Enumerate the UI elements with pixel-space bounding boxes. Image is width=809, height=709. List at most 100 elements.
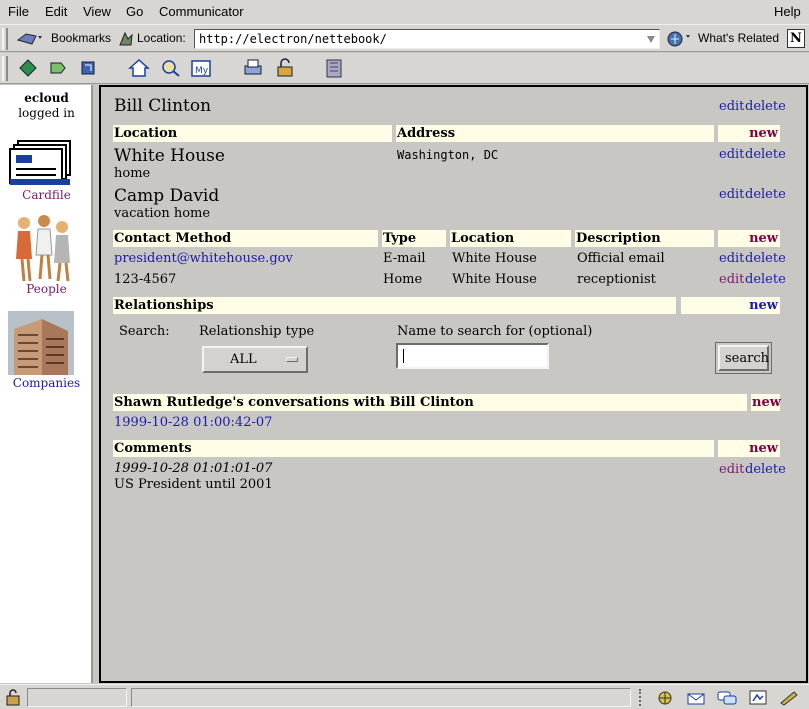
search-icon[interactable] bbox=[160, 57, 182, 79]
page-title: Bill Clinton bbox=[114, 96, 212, 116]
location-column-header: Location bbox=[450, 230, 571, 247]
method-edit-link[interactable]: edit bbox=[719, 272, 744, 287]
name-search-input[interactable] bbox=[396, 343, 549, 369]
search-button[interactable]: search bbox=[718, 345, 769, 371]
location-label: Location: bbox=[137, 31, 186, 45]
new-conversation-link[interactable]: new bbox=[751, 394, 781, 411]
menu-edit[interactable]: Edit bbox=[45, 4, 67, 19]
location-toolbar: Bookmarks Location: http://electron/nett… bbox=[0, 24, 809, 52]
search-button-label: search bbox=[725, 351, 769, 366]
menu-communicator[interactable]: Communicator bbox=[159, 4, 244, 19]
whats-related-icon[interactable] bbox=[666, 29, 694, 49]
status-bar bbox=[0, 684, 809, 709]
sidebar-item-cardfile[interactable]: Cardfile bbox=[0, 188, 93, 202]
relationship-type-label: Relationship type bbox=[199, 324, 315, 339]
menu-help[interactable]: Help bbox=[774, 4, 801, 19]
forward-icon[interactable] bbox=[47, 57, 69, 79]
security-lock-icon[interactable] bbox=[4, 689, 22, 706]
name-search-label: Name to search for (optional) bbox=[397, 324, 593, 339]
navigator-icon[interactable] bbox=[655, 689, 675, 706]
login-status: logged in bbox=[18, 106, 75, 120]
relationship-type-value: ALL bbox=[230, 352, 257, 367]
method-delete-link[interactable]: delete bbox=[745, 251, 786, 266]
sidebar: ecloud logged in Cardfile People Compani… bbox=[0, 85, 93, 683]
bookmarks-label[interactable]: Bookmarks bbox=[51, 31, 111, 45]
location-name: Camp David bbox=[114, 186, 220, 206]
menu-bar: File Edit View Go Communicator Help bbox=[0, 0, 809, 24]
bookmarks-icon[interactable] bbox=[16, 30, 44, 48]
composer-icon[interactable] bbox=[748, 689, 768, 706]
my-netscape-icon[interactable]: My bbox=[190, 57, 212, 79]
menu-file[interactable]: File bbox=[8, 4, 29, 19]
home-icon[interactable] bbox=[128, 57, 150, 79]
new-relationship-link[interactable]: new bbox=[681, 297, 780, 314]
sidebar-item-people[interactable]: People bbox=[0, 282, 93, 296]
location-delete-link[interactable]: delete bbox=[745, 187, 786, 202]
conversation-link[interactable]: 1999-10-28 01:00:42-07 bbox=[114, 415, 272, 430]
location-delete-link[interactable]: delete bbox=[745, 147, 786, 162]
contact-edit-link[interactable]: edit bbox=[719, 99, 744, 114]
method-delete-link[interactable]: delete bbox=[745, 272, 786, 287]
option-menu-indicator-icon bbox=[286, 357, 298, 362]
location-edit-link[interactable]: edit bbox=[719, 147, 744, 162]
back-icon[interactable] bbox=[17, 57, 39, 79]
people-icon[interactable] bbox=[12, 215, 74, 283]
contact-method-column-header: Contact Method bbox=[113, 230, 378, 247]
phone-number: 123-4567 bbox=[114, 272, 177, 287]
comment-delete-link[interactable]: delete bbox=[745, 462, 786, 477]
new-location-link[interactable]: new bbox=[718, 125, 780, 142]
svg-text:My: My bbox=[195, 66, 209, 76]
status-message bbox=[131, 688, 631, 707]
stop-icon[interactable] bbox=[323, 57, 345, 79]
description-column-header: Description bbox=[575, 230, 714, 247]
new-contact-method-link[interactable]: new bbox=[718, 230, 780, 247]
netscape-logo[interactable]: N bbox=[787, 29, 805, 48]
url-dropdown-icon[interactable] bbox=[646, 34, 656, 44]
method-type: E-mail bbox=[383, 251, 426, 266]
method-type: Home bbox=[383, 272, 423, 287]
discussions-icon[interactable] bbox=[716, 689, 738, 706]
toolbar-grip[interactable] bbox=[2, 28, 8, 50]
method-edit-link[interactable]: edit bbox=[719, 251, 744, 266]
type-column-header: Type bbox=[382, 230, 446, 247]
companies-icon[interactable] bbox=[8, 311, 74, 375]
reload-icon[interactable] bbox=[77, 57, 99, 79]
contact-delete-link[interactable]: delete bbox=[745, 99, 786, 114]
method-location: White House bbox=[452, 272, 537, 287]
location-edit-link[interactable]: edit bbox=[719, 187, 744, 202]
url-text: http://electron/nettebook/ bbox=[199, 32, 387, 46]
location-note: vacation home bbox=[114, 206, 211, 221]
method-description: Official email bbox=[577, 251, 665, 266]
comment-timestamp: 1999-10-28 01:01:01-07 bbox=[114, 461, 273, 476]
username: ecloud bbox=[24, 91, 69, 105]
component-bar-grip[interactable] bbox=[639, 689, 647, 706]
comments-header: Comments bbox=[113, 440, 714, 457]
url-input[interactable]: http://electron/nettebook/ bbox=[194, 29, 660, 49]
relationships-header: Relationships bbox=[113, 297, 676, 314]
menu-go[interactable]: Go bbox=[126, 4, 143, 19]
text-cursor bbox=[403, 349, 404, 363]
sidebar-item-companies[interactable]: Companies bbox=[0, 376, 93, 390]
print-icon[interactable] bbox=[242, 57, 264, 79]
comment-edit-link[interactable]: edit bbox=[719, 462, 744, 477]
new-comment-link[interactable]: new bbox=[718, 440, 780, 457]
search-label: Search: bbox=[119, 324, 170, 339]
cardfile-icon[interactable] bbox=[8, 137, 74, 187]
conversations-header: Shawn Rutledge's conversations with Bill… bbox=[113, 394, 747, 411]
search-button-frame: search bbox=[715, 342, 772, 374]
edit-pen-icon[interactable] bbox=[778, 689, 800, 706]
menu-view[interactable]: View bbox=[83, 4, 111, 19]
comment-text: US President until 2001 bbox=[114, 477, 273, 492]
method-location: White House bbox=[452, 251, 537, 266]
progress-meter bbox=[27, 688, 127, 707]
relationship-type-select[interactable]: ALL bbox=[202, 346, 308, 373]
mail-icon[interactable] bbox=[686, 689, 708, 706]
page-proxy-icon[interactable] bbox=[117, 30, 135, 48]
whats-related-label[interactable]: What's Related bbox=[698, 31, 779, 45]
location-note: home bbox=[114, 166, 151, 181]
email-link[interactable]: president@whitehouse.gov bbox=[114, 251, 293, 266]
security-icon[interactable] bbox=[274, 57, 296, 79]
toolbar-grip[interactable] bbox=[2, 56, 8, 81]
content-frame: Bill Clinton edit delete Location Addres… bbox=[99, 85, 808, 683]
location-name: White House bbox=[114, 146, 225, 166]
